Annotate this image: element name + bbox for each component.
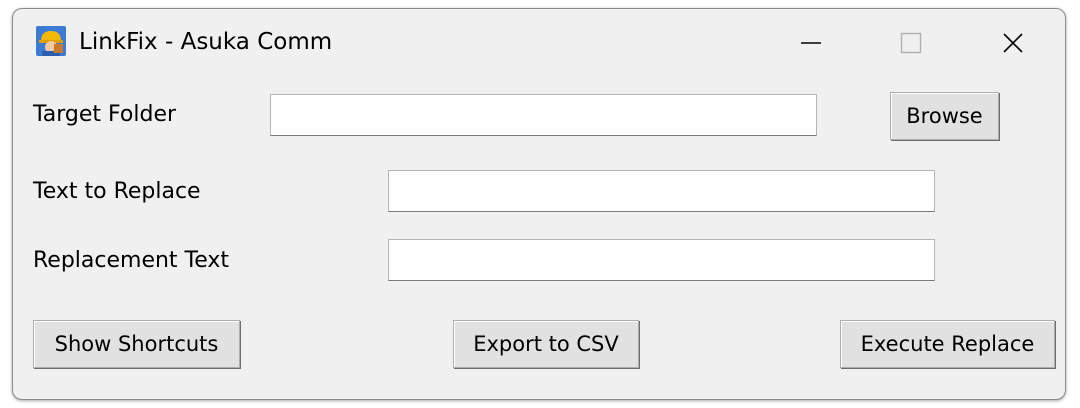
replacement-text-label: Replacement Text xyxy=(33,248,230,273)
text-to-replace-label: Text to Replace xyxy=(33,179,201,204)
browse-button[interactable]: Browse xyxy=(890,92,999,140)
minimize-button[interactable] xyxy=(781,19,841,67)
close-icon xyxy=(1003,33,1023,53)
worker-helmet-icon xyxy=(36,26,66,56)
title-bar[interactable]: LinkFix - Asuka Comm xyxy=(13,9,1065,81)
replacement-text-input[interactable] xyxy=(388,239,935,281)
text-to-replace-input[interactable] xyxy=(388,170,935,212)
maximize-icon xyxy=(900,32,922,54)
execute-replace-button[interactable]: Execute Replace xyxy=(840,320,1055,368)
target-folder-input[interactable] xyxy=(270,94,817,136)
minimize-icon xyxy=(801,42,821,44)
target-folder-label: Target Folder xyxy=(33,102,177,127)
maximize-button[interactable] xyxy=(881,19,941,67)
app-window: LinkFix - Asuka Comm Target Folder Brows… xyxy=(12,8,1066,400)
export-csv-button[interactable]: Export to CSV xyxy=(453,320,639,368)
close-button[interactable] xyxy=(983,19,1043,67)
window-title: LinkFix - Asuka Comm xyxy=(79,29,333,55)
show-shortcuts-button[interactable]: Show Shortcuts xyxy=(33,320,240,368)
